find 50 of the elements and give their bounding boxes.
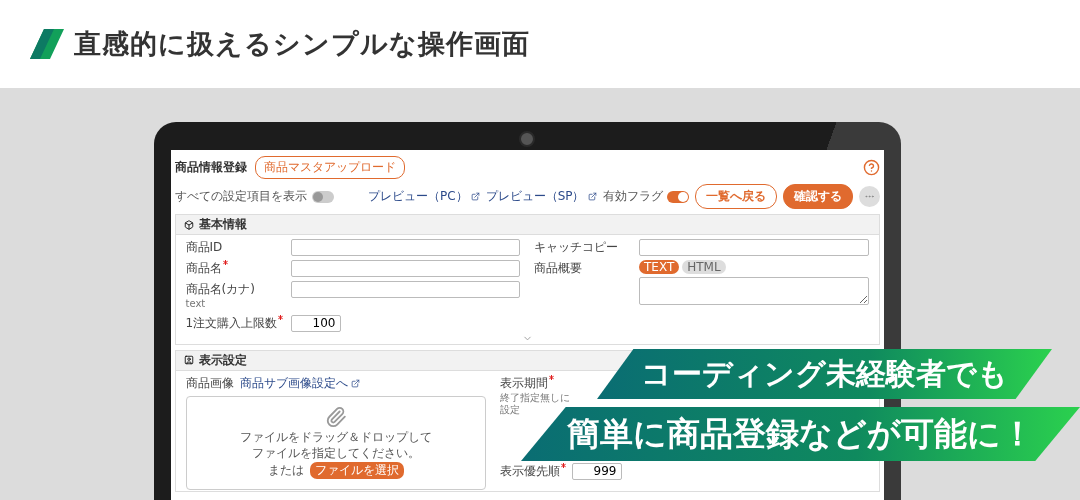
preview-link[interactable]: プレビュー（PC） — [368, 188, 468, 205]
callout-banner: 簡単に商品登録などが可能に！ — [521, 407, 1080, 461]
field-label: キャッチコピー — [534, 239, 619, 256]
external-link-icon[interactable] — [587, 192, 597, 201]
slash-logo-icon — [30, 29, 64, 59]
sub-image-link[interactable]: 商品サブ画像設定へ — [239, 374, 348, 392]
text-area[interactable] — [639, 277, 869, 305]
field-label: 商品概要 — [534, 260, 583, 277]
text-field[interactable] — [290, 260, 520, 277]
text-field[interactable] — [290, 281, 520, 298]
field-label: 商品画像 — [185, 374, 234, 392]
field-label: 商品名(カナ) — [185, 281, 256, 298]
required-mark-icon — [548, 374, 554, 380]
drop-instructions: ファイルを指定してください。 — [251, 446, 420, 461]
callout-banner: コーディング未経験者でも — [597, 349, 1052, 399]
required-mark-icon — [278, 314, 284, 320]
help-icon[interactable] — [862, 159, 880, 176]
toggle-switch[interactable] — [666, 190, 689, 203]
required-mark-icon — [222, 260, 228, 265]
headline: 直感的に扱えるシンプルな操作画面 — [74, 27, 530, 61]
preview-link[interactable]: プレビュー（SP） — [485, 188, 585, 205]
drop-instructions: ファイルをドラッグ＆ドロップして — [239, 429, 432, 444]
paperclip-icon — [324, 405, 347, 428]
more-button[interactable] — [858, 186, 880, 207]
number-field[interactable]: 999 — [571, 462, 622, 480]
camera-icon — [518, 131, 535, 147]
section-title: 表示設定 — [198, 351, 247, 369]
field-hint: text — [185, 298, 207, 311]
required-mark-icon — [560, 462, 566, 468]
field-label: 1注文購入上限数 — [185, 314, 291, 332]
upload-button[interactable]: 商品マスタアップロード — [254, 156, 405, 179]
field-label: 商品名 — [185, 260, 291, 277]
field-label: 表示期間 — [499, 374, 572, 392]
text-field[interactable] — [290, 239, 520, 256]
external-link-icon[interactable] — [470, 192, 480, 201]
cube-icon — [183, 219, 194, 230]
page-title: 商品情報登録 — [174, 159, 247, 176]
person-card-icon — [183, 355, 194, 365]
field-label: 表示優先順 — [499, 462, 572, 480]
toggle-switch[interactable] — [311, 190, 334, 203]
or-text: または — [267, 462, 304, 480]
external-link-icon[interactable] — [350, 378, 360, 388]
text-field[interactable] — [639, 239, 869, 256]
field-label: 商品ID — [185, 239, 224, 256]
toggle-label: 有効フラグ — [602, 188, 663, 205]
section-title: 基本情報 — [198, 216, 247, 233]
file-drop-zone[interactable]: ファイルをドラッグ＆ドロップして ファイルを指定してください。 または ファイルを選択 — [185, 395, 486, 490]
mode-tab[interactable]: HTML — [682, 260, 726, 274]
toggle-label: すべての設定項目を表示 — [174, 188, 307, 205]
number-field[interactable]: 100 — [290, 314, 341, 332]
